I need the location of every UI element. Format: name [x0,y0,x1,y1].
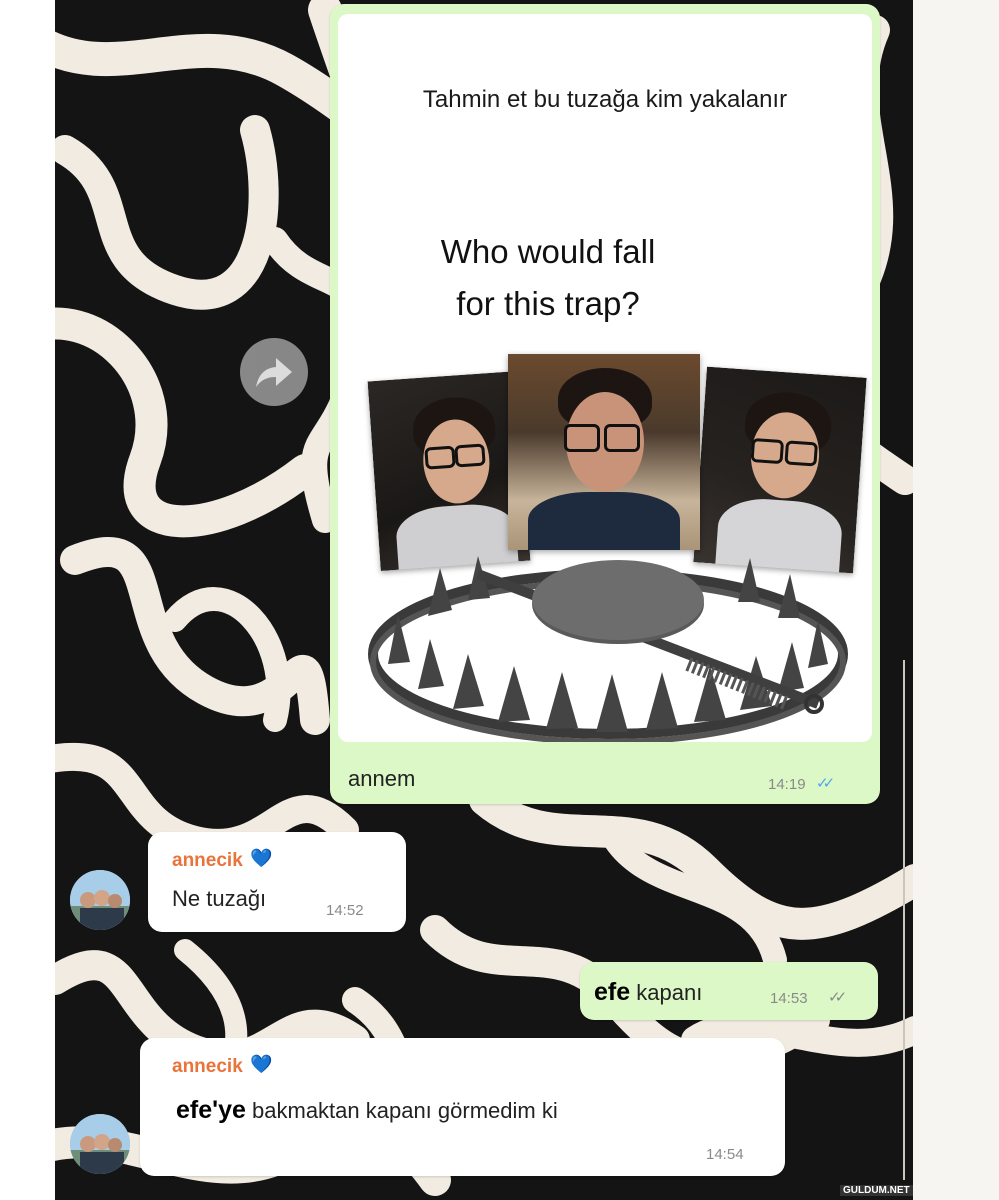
avatar[interactable] [70,1114,130,1174]
photo-center [508,354,700,550]
double-check-icon: ✓✓ [828,989,847,1006]
message-text: Ne tuzağı [172,886,267,911]
message-body: kapanı [636,980,703,1005]
sender-name: annecik [172,850,243,871]
message-time: 14:19 [768,776,806,793]
image-headline-line-1: Who would fall [440,233,656,270]
image-caption: annem [348,766,416,791]
message-body: bakmaktan kapanı görmedim ki [252,1098,558,1123]
avatar[interactable] [70,870,130,930]
message-bold-name: efe'ye [176,1096,246,1124]
message-bold-name: efe [594,978,631,1006]
message-time: 14:54 [706,1146,744,1163]
avatar-photo [70,1114,130,1174]
message-time: 14:52 [326,902,364,919]
image-headline-turkish: Tahmin et bu tuzağa kim yakalanır [422,86,788,113]
outgoing-message[interactable]: efe kapanı 14:53 ✓✓ [580,962,878,1020]
avatar-photo [70,870,130,930]
heart-emoji: 💙 [250,848,273,868]
scrollbar[interactable] [903,660,905,1180]
incoming-message[interactable]: annecik 💙 efe'ye bakmaktan kapanı görmed… [140,1038,785,1176]
photo-right [693,366,867,574]
outgoing-image-message[interactable]: Tahmin et bu tuzağa kim yakalanır Who wo… [330,4,880,804]
incoming-message[interactable]: annecik 💙 Ne tuzağı 14:52 [148,832,406,932]
watermark: GULDUM.NET [840,1185,913,1196]
image-headline-line-2: for this trap? [456,285,640,322]
forward-button[interactable] [240,338,308,406]
bear-trap-illustration [368,556,848,742]
heart-emoji: 💙 [250,1054,273,1074]
message-time: 14:53 [770,990,808,1007]
right-margin [913,0,999,1200]
message-text: efe'ye bakmaktan kapanı görmedim ki [176,1096,558,1125]
photo-left [367,370,531,572]
shared-image[interactable]: Tahmin et bu tuzağa kim yakalanır Who wo… [338,14,872,742]
double-check-icon: ✓✓ [816,775,835,792]
forward-icon [256,358,292,387]
message-text: efe kapanı [594,978,702,1007]
sender-name: annecik [172,1056,243,1077]
image-headline-english: Who would fall for this trap? [398,226,698,330]
